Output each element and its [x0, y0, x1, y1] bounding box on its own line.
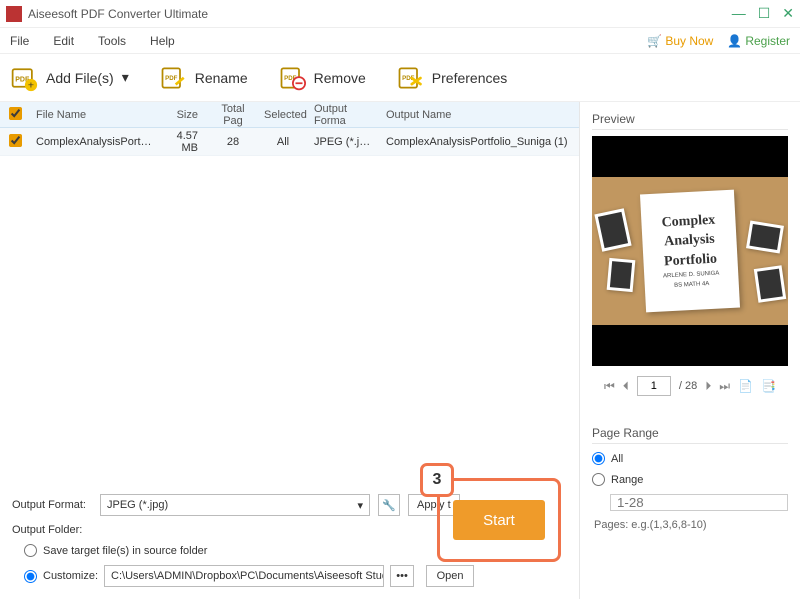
output-format-value: JPEG (*.jpg) [107, 499, 168, 511]
cell-format: JPEG (*.jpg) [308, 136, 380, 148]
rename-label: Rename [195, 70, 248, 86]
menu-edit[interactable]: Edit [53, 34, 74, 48]
page-range-title: Page Range [592, 426, 788, 444]
page-range-range-label: Range [611, 474, 643, 486]
page-total: / 28 [679, 380, 697, 392]
content: File Name Size Total Pag Selected Output… [0, 102, 800, 599]
header-totalpages[interactable]: Total Pag [208, 103, 258, 127]
preferences-icon: PDF [396, 64, 424, 92]
preview-page: Complex Analysis Portfolio ARLENE D. SUN… [592, 177, 788, 325]
photo-decor [754, 265, 786, 303]
cell-selected: All [258, 136, 308, 148]
cart-icon: 🛒 [647, 34, 662, 48]
output-format-select[interactable]: JPEG (*.jpg) ▾ [100, 494, 370, 516]
step-badge: 3 [420, 463, 454, 497]
left-pane: File Name Size Total Pag Selected Output… [0, 102, 580, 599]
menu-file[interactable]: File [10, 34, 29, 48]
customize-path-input[interactable]: C:\Users\ADMIN\Dropbox\PC\Documents\Aise… [104, 565, 384, 587]
preview-note: Complex Analysis Portfolio ARLENE D. SUN… [640, 190, 740, 313]
preferences-button[interactable]: PDF Preferences [396, 64, 507, 92]
cell-size: 4.57 MB [158, 130, 208, 154]
start-button[interactable]: Start [453, 500, 545, 540]
menu-help[interactable]: Help [150, 34, 175, 48]
save-source-label: Save target file(s) in source folder [43, 545, 207, 557]
svg-text:PDF: PDF [165, 74, 177, 81]
page-icon[interactable]: 📄 [738, 379, 753, 393]
preview-title: Preview [592, 112, 788, 130]
cell-filename: ComplexAnalysisPortfolio_S... [30, 136, 158, 148]
start-highlight: 3 Start [437, 478, 561, 562]
app-logo [6, 6, 22, 22]
cell-outputname: ComplexAnalysisPortfolio_Suniga (1) [380, 136, 579, 148]
add-file-button[interactable]: PDF+ Add File(s) ▾ [10, 64, 129, 92]
maximize-icon[interactable]: ☐ [758, 5, 771, 22]
table-empty-area [0, 156, 579, 484]
preview-viewport: Complex Analysis Portfolio ARLENE D. SUN… [592, 136, 788, 366]
first-page-icon[interactable]: ⏮ [604, 379, 615, 394]
register-link[interactable]: 👤Register [727, 34, 790, 48]
photo-decor [746, 221, 784, 254]
rename-button[interactable]: PDF Rename [159, 64, 248, 92]
save-source-radio[interactable] [24, 544, 37, 557]
chevron-down-icon: ▾ [357, 499, 363, 512]
page-export-icon[interactable]: 📑 [761, 379, 776, 393]
header-selected[interactable]: Selected [258, 109, 308, 121]
open-folder-button[interactable]: Open [426, 565, 474, 587]
add-file-label: Add File(s) [46, 70, 114, 86]
rename-icon: PDF [159, 64, 187, 92]
wrench-icon: 🔧 [382, 499, 396, 512]
next-page-icon[interactable]: ⏵ [705, 379, 711, 394]
window-controls: — ☐ ✕ [732, 5, 794, 22]
page-range-all-radio[interactable] [592, 452, 605, 465]
remove-label: Remove [314, 70, 366, 86]
table-row[interactable]: ComplexAnalysisPortfolio_S... 4.57 MB 28… [0, 128, 579, 156]
last-page-icon[interactable]: ⏭ [719, 379, 730, 394]
remove-icon: PDF [278, 64, 306, 92]
header-outputname[interactable]: Output Name [380, 109, 579, 121]
menu-tools[interactable]: Tools [98, 34, 126, 48]
select-all-checkbox[interactable] [9, 107, 22, 120]
output-format-label: Output Format: [12, 499, 92, 511]
window-title: Aiseesoft PDF Converter Ultimate [28, 7, 732, 21]
close-icon[interactable]: ✕ [782, 5, 794, 22]
page-range-body: All Range Pages: e.g.(1,3,6,8-10) [592, 452, 788, 531]
format-settings-button[interactable]: 🔧 [378, 494, 400, 516]
toolbar: PDF+ Add File(s) ▾ PDF Rename PDF Remove… [0, 54, 800, 102]
customize-label: Customize: [43, 570, 98, 582]
photo-decor [607, 258, 636, 292]
chevron-down-icon: ▾ [122, 69, 129, 86]
right-pane: Preview Complex Analysis Portfolio ARLEN… [580, 102, 800, 599]
bottom-panel: Output Format: JPEG (*.jpg) ▾ 🔧 Apply t … [0, 484, 579, 599]
page-range-hint: Pages: e.g.(1,3,6,8-10) [594, 519, 788, 531]
remove-button[interactable]: PDF Remove [278, 64, 366, 92]
page-range-all-label: All [611, 453, 623, 465]
browse-button[interactable]: ••• [390, 565, 414, 587]
menubar: File Edit Tools Help 🛒Buy Now 👤Register [0, 28, 800, 54]
page-number-input[interactable] [637, 376, 671, 396]
page-range-range-radio[interactable] [592, 473, 605, 486]
preview-pager: ⏮ ⏴ / 28 ⏵ ⏭ 📄 📑 [592, 376, 788, 396]
row-checkbox[interactable] [9, 134, 22, 147]
photo-decor [594, 208, 631, 251]
buy-now-link[interactable]: 🛒Buy Now [647, 34, 713, 48]
customize-radio[interactable] [24, 570, 37, 583]
add-file-icon: PDF+ [10, 64, 38, 92]
prev-page-icon[interactable]: ⏴ [623, 379, 629, 394]
titlebar: Aiseesoft PDF Converter Ultimate — ☐ ✕ [0, 0, 800, 28]
preferences-label: Preferences [432, 70, 507, 86]
user-icon: 👤 [727, 34, 742, 48]
header-size[interactable]: Size [158, 109, 208, 121]
svg-text:+: + [28, 79, 34, 91]
page-range-input[interactable] [610, 494, 788, 511]
header-outputformat[interactable]: Output Forma [308, 103, 380, 127]
table-header: File Name Size Total Pag Selected Output… [0, 102, 579, 128]
minimize-icon[interactable]: — [732, 5, 746, 22]
header-filename[interactable]: File Name [30, 109, 158, 121]
cell-pages: 28 [208, 136, 258, 148]
